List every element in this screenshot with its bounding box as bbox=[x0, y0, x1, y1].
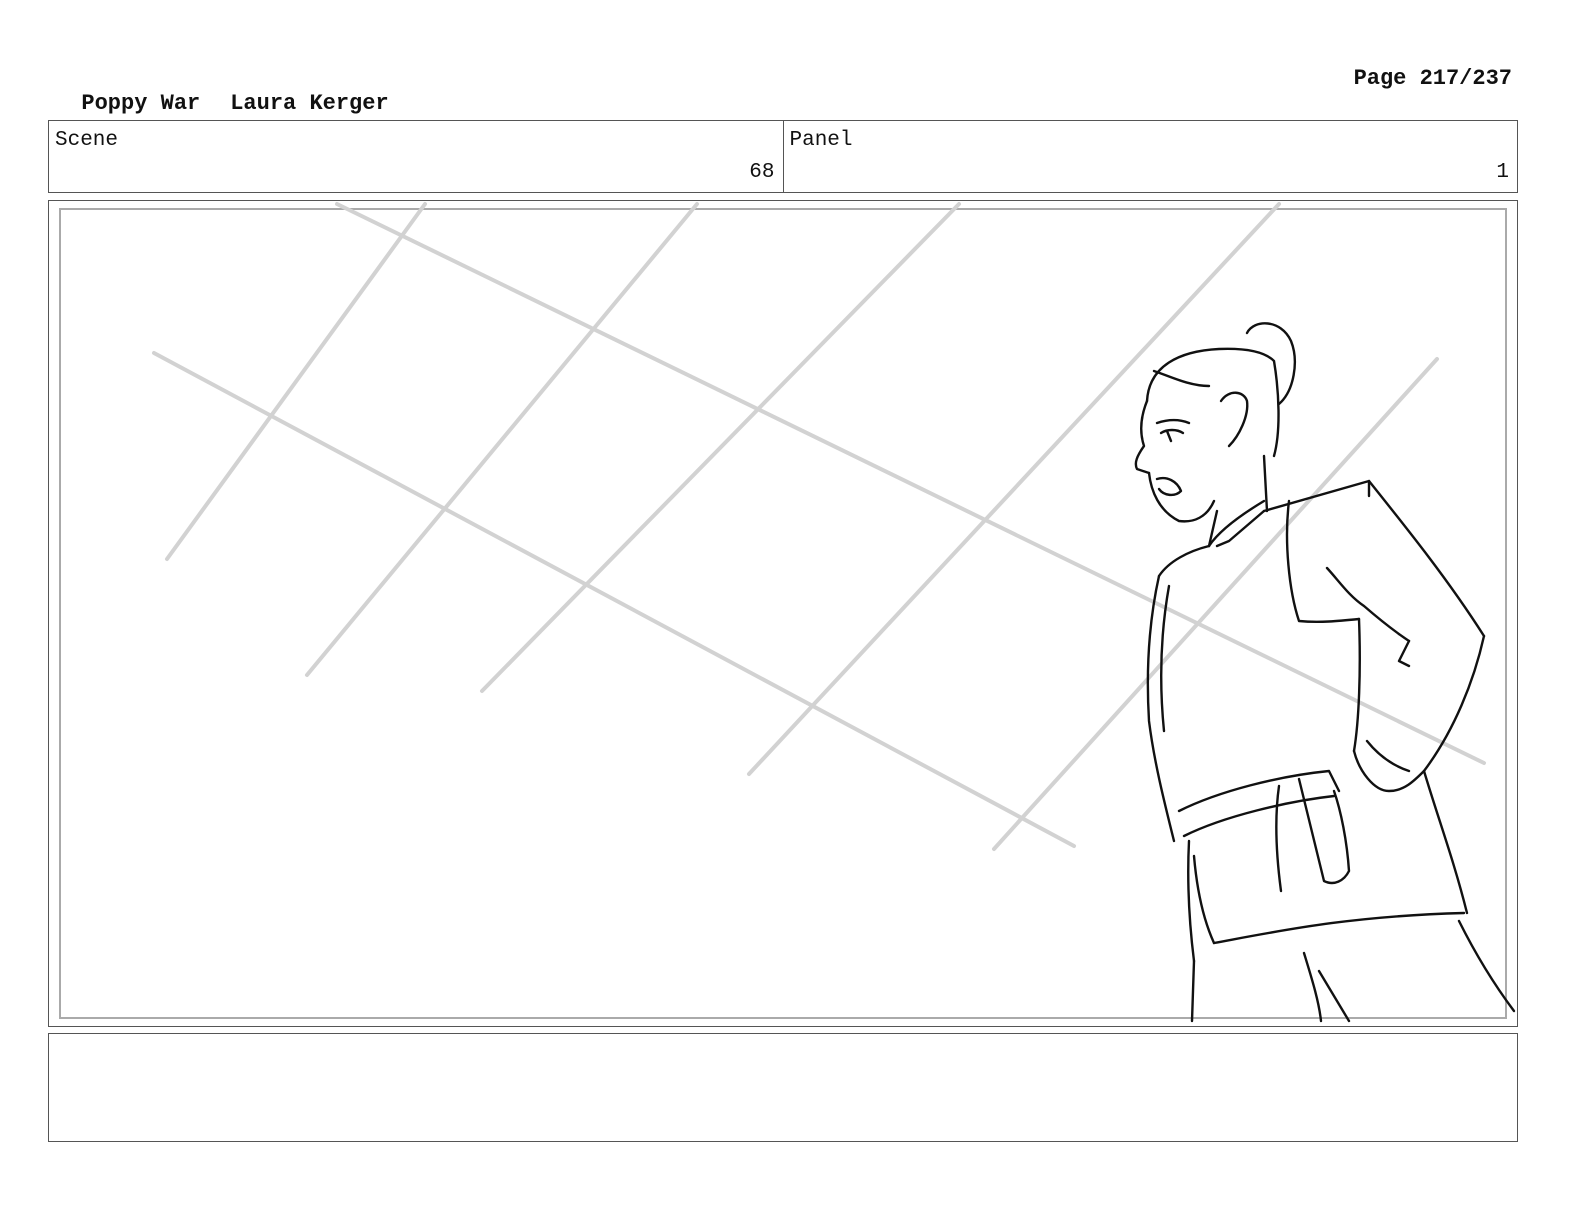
panel-notes-box bbox=[48, 1033, 1518, 1142]
panel-cell: Panel 1 bbox=[782, 121, 1518, 192]
scene-number: 68 bbox=[749, 161, 775, 184]
scene-label: Scene bbox=[55, 129, 119, 152]
author-name: Laura Kerger bbox=[230, 91, 389, 116]
header-title-group: Poppy War Laura Kerger bbox=[55, 66, 389, 116]
panel-number: 1 bbox=[1496, 161, 1509, 184]
character-sketch bbox=[1134, 322, 1516, 1023]
scene-panel-info-row: Scene 68 Panel 1 bbox=[48, 120, 1518, 193]
panel-sketch bbox=[152, 202, 1516, 1023]
page-counter: Page 217/237 bbox=[1353, 66, 1512, 91]
scene-cell: Scene 68 bbox=[49, 121, 783, 192]
storyboard-panel-frame bbox=[48, 200, 1518, 1027]
project-title: Poppy War bbox=[81, 91, 201, 116]
background-grid-lines bbox=[152, 202, 1486, 851]
panel-label: Panel bbox=[789, 129, 853, 152]
